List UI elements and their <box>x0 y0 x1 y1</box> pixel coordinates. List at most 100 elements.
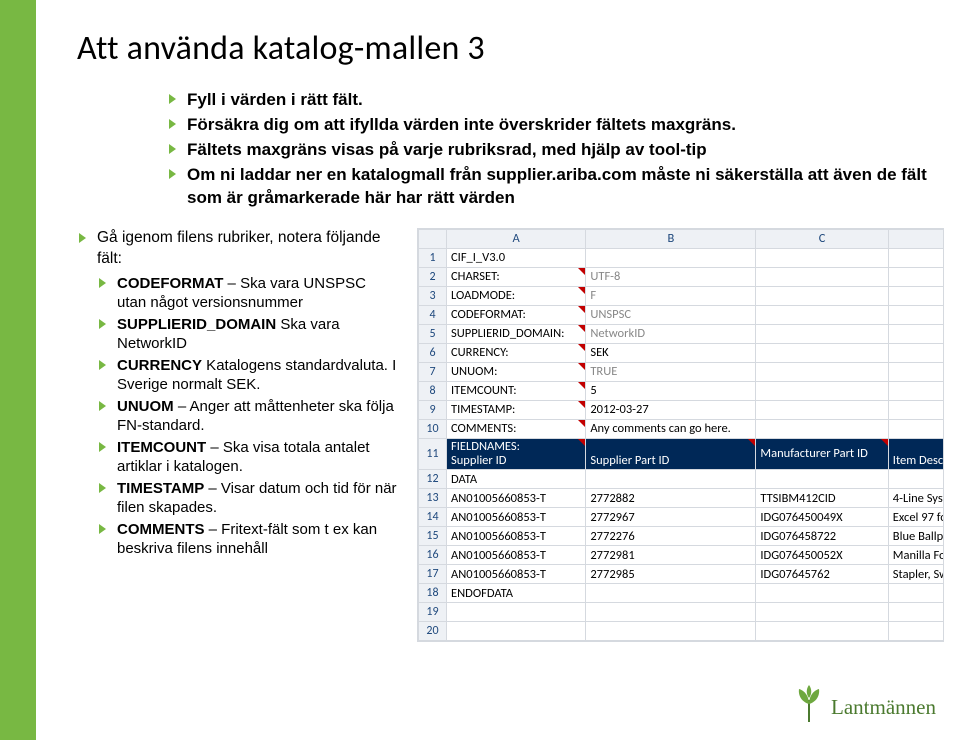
cell[interactable]: 2772882 <box>586 489 756 508</box>
cell[interactable]: AN01005660853-T <box>447 565 586 584</box>
cell[interactable] <box>756 286 888 305</box>
cell[interactable] <box>586 248 756 267</box>
cell[interactable]: IDG076458722 <box>756 527 888 546</box>
col-header[interactable]: B <box>586 229 756 248</box>
cell[interactable]: CODEFORMAT: <box>447 305 586 324</box>
cell[interactable] <box>888 286 944 305</box>
cell[interactable] <box>756 622 888 641</box>
cell[interactable] <box>888 470 944 489</box>
cell[interactable] <box>586 470 756 489</box>
cell[interactable] <box>888 584 944 603</box>
cell[interactable] <box>756 248 888 267</box>
cell[interactable] <box>888 362 944 381</box>
cell[interactable]: IDG07645762 <box>756 565 888 584</box>
cell[interactable] <box>888 324 944 343</box>
cell[interactable] <box>888 343 944 362</box>
cell[interactable]: SEK <box>586 343 756 362</box>
cell[interactable]: SUPPLIERID_DOMAIN: <box>447 324 586 343</box>
cell[interactable] <box>756 362 888 381</box>
cell[interactable] <box>586 603 756 622</box>
row-header[interactable]: 15 <box>419 527 447 546</box>
cell[interactable]: CIF_I_V3.0 <box>447 248 586 267</box>
cell[interactable]: 5 <box>586 381 756 400</box>
row-header[interactable]: 13 <box>419 489 447 508</box>
cell[interactable]: Any comments can go here. <box>586 419 756 438</box>
cell[interactable] <box>756 584 888 603</box>
cell[interactable] <box>756 381 888 400</box>
cell[interactable]: CHARSET: <box>447 267 586 286</box>
cell[interactable]: DATA <box>447 470 586 489</box>
cell[interactable] <box>888 305 944 324</box>
cell[interactable]: IDG076450049X <box>756 508 888 527</box>
col-header[interactable]: C <box>756 229 888 248</box>
row-header[interactable]: 1 <box>419 248 447 267</box>
cell-fieldnames[interactable]: FIELDNAMES:Supplier ID <box>447 438 586 470</box>
cell[interactable]: UTF-8 <box>586 267 756 286</box>
cell[interactable]: 2772276 <box>586 527 756 546</box>
cell[interactable]: COMMENTS: <box>447 419 586 438</box>
cell[interactable]: 2772967 <box>586 508 756 527</box>
cell[interactable]: AN01005660853-T <box>447 527 586 546</box>
cell[interactable] <box>586 584 756 603</box>
cell[interactable]: AN01005660853-T <box>447 489 586 508</box>
cell[interactable] <box>756 400 888 419</box>
cell[interactable] <box>756 419 888 438</box>
cell[interactable]: Manilla Folders, Tab <box>888 546 944 565</box>
cell[interactable]: IDG076450052X <box>756 546 888 565</box>
cell[interactable]: ENDOFDATA <box>447 584 586 603</box>
cell[interactable] <box>756 470 888 489</box>
cell[interactable] <box>888 622 944 641</box>
cell[interactable]: 4-Line System Phon <box>888 489 944 508</box>
cell[interactable] <box>888 419 944 438</box>
row-header[interactable]: 7 <box>419 362 447 381</box>
cell[interactable] <box>586 622 756 641</box>
cell[interactable]: NetworkID <box>586 324 756 343</box>
cell[interactable]: Blue Ballpoint Pens, <box>888 527 944 546</box>
cell[interactable]: AN01005660853-T <box>447 508 586 527</box>
cell[interactable]: 2772985 <box>586 565 756 584</box>
cell[interactable] <box>888 381 944 400</box>
col-header[interactable]: A <box>447 229 586 248</box>
cell[interactable] <box>888 248 944 267</box>
cell[interactable]: ITEMCOUNT: <box>447 381 586 400</box>
cell[interactable]: TIMESTAMP: <box>447 400 586 419</box>
cell[interactable]: F <box>586 286 756 305</box>
row-header[interactable]: 5 <box>419 324 447 343</box>
col-header[interactable] <box>888 229 944 248</box>
cell[interactable]: UNSPSC <box>586 305 756 324</box>
row-header[interactable]: 8 <box>419 381 447 400</box>
cell[interactable]: Item Description <box>888 438 944 470</box>
cell[interactable]: Supplier Part ID <box>586 438 756 470</box>
row-header[interactable]: 4 <box>419 305 447 324</box>
row-header[interactable]: 12 <box>419 470 447 489</box>
cell[interactable] <box>756 324 888 343</box>
row-header[interactable]: 10 <box>419 419 447 438</box>
cell[interactable] <box>888 603 944 622</box>
row-header[interactable]: 20 <box>419 622 447 641</box>
cell[interactable] <box>447 622 586 641</box>
cell[interactable]: LOADMODE: <box>447 286 586 305</box>
cell[interactable] <box>888 267 944 286</box>
cell[interactable]: Stapler, Swingline 4( <box>888 565 944 584</box>
cell[interactable]: AN01005660853-T <box>447 546 586 565</box>
row-header[interactable]: 9 <box>419 400 447 419</box>
cell[interactable]: UNUOM: <box>447 362 586 381</box>
cell[interactable] <box>888 400 944 419</box>
cell[interactable]: 2772981 <box>586 546 756 565</box>
cell[interactable] <box>756 267 888 286</box>
row-header[interactable]: 14 <box>419 508 447 527</box>
row-header[interactable]: 3 <box>419 286 447 305</box>
row-header[interactable]: 18 <box>419 584 447 603</box>
row-header[interactable]: 19 <box>419 603 447 622</box>
cell[interactable]: Excel 97 for Dummie <box>888 508 944 527</box>
cell[interactable] <box>756 603 888 622</box>
row-header[interactable]: 2 <box>419 267 447 286</box>
row-header[interactable]: 11 <box>419 438 447 470</box>
cell[interactable]: CURRENCY: <box>447 343 586 362</box>
cell[interactable]: Manufacturer Part ID <box>756 438 888 470</box>
cell[interactable] <box>756 343 888 362</box>
cell[interactable] <box>447 603 586 622</box>
row-header[interactable]: 17 <box>419 565 447 584</box>
cell[interactable]: TTSIBM412CID <box>756 489 888 508</box>
row-header[interactable]: 16 <box>419 546 447 565</box>
